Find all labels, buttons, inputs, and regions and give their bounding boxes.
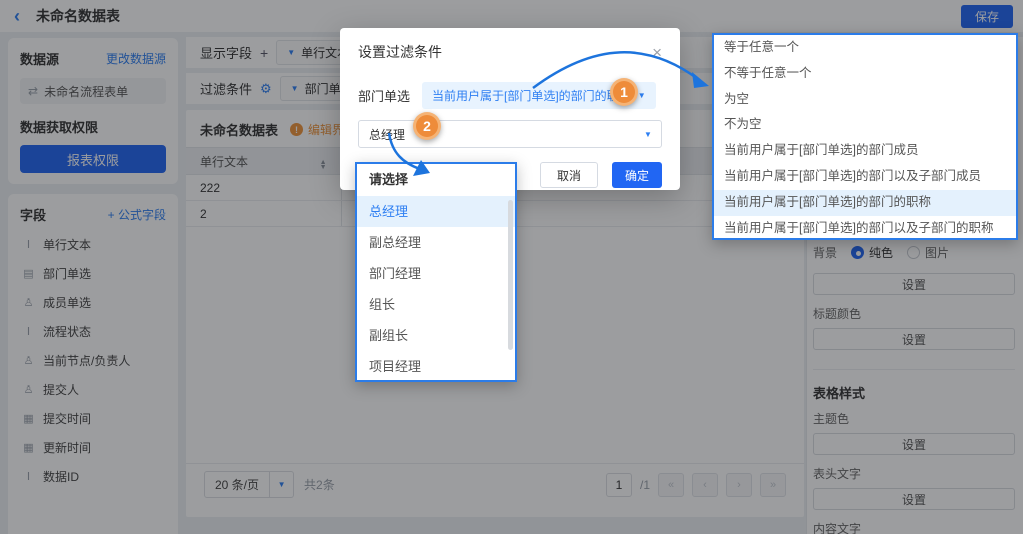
dropdown-option-selected[interactable]: 当前用户属于[部门单选]的部门的职称 bbox=[714, 190, 1016, 216]
dropdown-placeholder: 请选择 bbox=[357, 164, 515, 196]
dropdown-option[interactable]: 副总经理 bbox=[357, 227, 515, 258]
dropdown-option[interactable]: 当前用户属于[部门单选]的部门以及子部门的职称 bbox=[714, 216, 1016, 240]
value-dropdown: 请选择 总经理 副总经理 部门经理 组长 副组长 项目经理 医生 bbox=[355, 162, 517, 382]
modal-field-label: 部门单选 bbox=[358, 86, 410, 105]
scrollbar[interactable] bbox=[508, 200, 513, 350]
app-window: ‹ 未命名数据表 保存 数据源 更改数据源 ⇄ 未命名流程表单 数据获取权限 报… bbox=[0, 0, 1023, 534]
dropdown-option[interactable]: 部门经理 bbox=[357, 258, 515, 289]
step-badge-2: 2 bbox=[413, 112, 441, 140]
dropdown-option[interactable]: 为空 bbox=[714, 87, 1016, 113]
dropdown-option[interactable]: 不为空 bbox=[714, 112, 1016, 138]
value-select-value: 总经理 bbox=[359, 126, 635, 143]
dropdown-option[interactable]: 组长 bbox=[357, 289, 515, 320]
dropdown-option[interactable]: 项目经理 bbox=[357, 351, 515, 382]
dropdown-option[interactable]: 等于任意一个 bbox=[714, 35, 1016, 61]
chevron-down-icon[interactable]: ▼ bbox=[635, 121, 661, 147]
condition-select-value: 当前用户属于[部门单选]的部门的职称 bbox=[432, 87, 631, 104]
dropdown-option[interactable]: 副组长 bbox=[357, 320, 515, 351]
dropdown-option[interactable]: 不等于任意一个 bbox=[714, 61, 1016, 87]
dropdown-option[interactable]: 当前用户属于[部门单选]的部门成员 bbox=[714, 138, 1016, 164]
dropdown-option-selected[interactable]: 总经理 bbox=[357, 196, 515, 227]
confirm-button[interactable]: 确定 bbox=[612, 162, 662, 188]
chevron-down-icon: ▼ bbox=[638, 91, 646, 100]
dropdown-option[interactable]: 当前用户属于[部门单选]的部门以及子部门成员 bbox=[714, 164, 1016, 190]
condition-dropdown: 等于任意一个 不等于任意一个 为空 不为空 当前用户属于[部门单选]的部门成员 … bbox=[712, 33, 1018, 240]
close-icon[interactable]: × bbox=[652, 44, 662, 61]
step-badge-1: 1 bbox=[610, 78, 638, 106]
cancel-button[interactable]: 取消 bbox=[540, 162, 598, 188]
value-select[interactable]: 总经理 ▼ bbox=[358, 120, 662, 148]
modal-title: 设置过滤条件 bbox=[358, 42, 442, 62]
